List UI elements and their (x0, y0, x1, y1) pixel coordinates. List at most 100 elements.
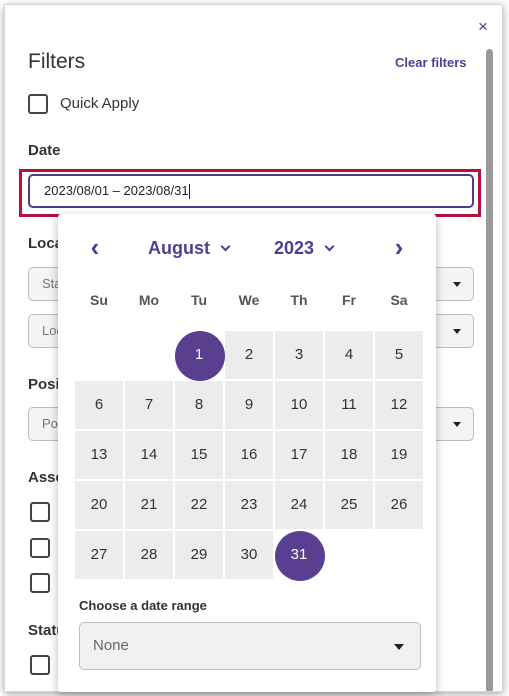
calendar-day-26[interactable]: 26 (375, 481, 423, 529)
calendar-day-28[interactable]: 28 (125, 531, 173, 579)
calendar-day-label: 17 (290, 446, 308, 463)
calendar-day-label: 27 (90, 546, 108, 563)
calendar-day-label: 31 (290, 546, 308, 563)
calendar-day-4[interactable]: 4 (325, 331, 373, 379)
caret-down-icon (453, 282, 461, 287)
calendar-day-15[interactable]: 15 (175, 431, 223, 479)
calendar-day-label: 13 (90, 446, 108, 463)
calendar-day-18[interactable]: 18 (325, 431, 373, 479)
calendar-day-19[interactable]: 19 (375, 431, 423, 479)
calendar-day-7[interactable]: 7 (125, 381, 173, 429)
calendar-day-29[interactable]: 29 (175, 531, 223, 579)
calendar-day-label: 29 (190, 546, 208, 563)
calendar-day-31[interactable]: 31 (275, 531, 325, 581)
calendar-day-16[interactable]: 16 (225, 431, 273, 479)
calendar-empty-cell (325, 531, 373, 579)
date-picker-popup: ‹ August 2023 › Su Mo Tu We Th Fr Sa 123456789… (58, 214, 436, 692)
calendar-empty-cell (125, 331, 173, 379)
assessment-checkbox-3[interactable] (30, 573, 50, 593)
date-range-preset-select[interactable]: None (79, 622, 421, 670)
calendar-day-10[interactable]: 10 (275, 381, 323, 429)
calendar-day-label: 22 (190, 496, 208, 513)
calendar-day-label: 14 (140, 446, 158, 463)
weekday-fr: Fr (342, 292, 356, 308)
date-range-preset-label: Choose a date range (79, 598, 207, 613)
close-icon[interactable]: × (473, 17, 493, 37)
status-checkbox-1[interactable] (30, 655, 50, 675)
calendar-day-24[interactable]: 24 (275, 481, 323, 529)
calendar-day-3[interactable]: 3 (275, 331, 323, 379)
calendar-day-8[interactable]: 8 (175, 381, 223, 429)
year-value: 2023 (274, 238, 315, 258)
calendar-day-label: 15 (190, 446, 208, 463)
calendar-day-21[interactable]: 21 (125, 481, 173, 529)
clear-filters-link[interactable]: Clear filters (395, 55, 467, 70)
calendar-empty-cell (375, 531, 423, 579)
calendar-day-label: 19 (390, 446, 408, 463)
date-range-input[interactable]: 2023/08/01 – 2023/08/31 (28, 174, 474, 208)
calendar-day-label: 7 (144, 396, 154, 413)
weekday-sa: Sa (390, 292, 408, 308)
date-range-value: 2023/08/01 – 2023/08/31 (44, 183, 189, 198)
scrollbar[interactable] (486, 49, 493, 691)
calendar-day-17[interactable]: 17 (275, 431, 323, 479)
chevron-left-icon[interactable]: ‹ (82, 234, 108, 260)
calendar-day-label: 12 (390, 396, 408, 413)
assessment-checkbox-2[interactable] (30, 538, 50, 558)
calendar-day-6[interactable]: 6 (75, 381, 123, 429)
calendar-day-5[interactable]: 5 (375, 331, 423, 379)
calendar-day-20[interactable]: 20 (75, 481, 123, 529)
calendar-day-1[interactable]: 1 (175, 331, 225, 381)
calendar-day-22[interactable]: 22 (175, 481, 223, 529)
weekday-tu: Tu (190, 292, 208, 308)
calendar-day-label: 28 (140, 546, 158, 563)
calendar-day-12[interactable]: 12 (375, 381, 423, 429)
calendar-day-label: 20 (90, 496, 108, 513)
chevron-right-icon[interactable]: › (386, 234, 412, 260)
calendar-day-label: 18 (340, 446, 358, 463)
calendar-day-label: 5 (394, 346, 404, 363)
page-title: Filters (28, 50, 86, 73)
calendar-day-label: 1 (194, 346, 204, 363)
calendar-day-11[interactable]: 11 (325, 381, 373, 429)
calendar-day-13[interactable]: 13 (75, 431, 123, 479)
calendar-day-label: 3 (294, 346, 304, 363)
date-range-preset-value: None (93, 637, 129, 654)
calendar-day-30[interactable]: 30 (225, 531, 273, 579)
weekday-th: Th (290, 292, 308, 308)
calendar-empty-cell (75, 331, 123, 379)
quick-apply-checkbox[interactable] (28, 94, 48, 114)
calendar-day-label: 25 (340, 496, 358, 513)
calendar-day-14[interactable]: 14 (125, 431, 173, 479)
caret-down-icon (453, 422, 461, 427)
calendar-day-label: 4 (344, 346, 354, 363)
calendar-day-label: 9 (244, 396, 254, 413)
calendar-day-label: 2 (244, 346, 254, 363)
calendar-day-label: 6 (94, 396, 104, 413)
month-select[interactable]: August (148, 238, 231, 259)
quick-apply-label: Quick Apply (60, 95, 140, 112)
month-value: August (148, 238, 210, 258)
date-section-label: Date (28, 142, 61, 159)
caret-down-icon (394, 644, 404, 650)
calendar-day-9[interactable]: 9 (225, 381, 273, 429)
chevron-down-icon (324, 241, 335, 252)
year-select[interactable]: 2023 (274, 238, 335, 259)
calendar-day-label: 16 (240, 446, 258, 463)
calendar-day-label: 23 (240, 496, 258, 513)
chevron-down-icon (220, 241, 231, 252)
calendar-day-23[interactable]: 23 (225, 481, 273, 529)
assessment-checkbox-1[interactable] (30, 502, 50, 522)
calendar-day-27[interactable]: 27 (75, 531, 123, 579)
calendar-day-2[interactable]: 2 (225, 331, 273, 379)
calendar-day-25[interactable]: 25 (325, 481, 373, 529)
calendar-day-label: 10 (290, 396, 308, 413)
calendar-day-label: 8 (194, 396, 204, 413)
weekday-mo: Mo (138, 292, 160, 308)
calendar-day-label: 30 (240, 546, 258, 563)
weekday-su: Su (90, 292, 108, 308)
calendar-day-label: 11 (341, 396, 357, 413)
calendar-day-label: 24 (290, 496, 308, 513)
weekday-we: We (238, 292, 260, 308)
caret-down-icon (453, 329, 461, 334)
